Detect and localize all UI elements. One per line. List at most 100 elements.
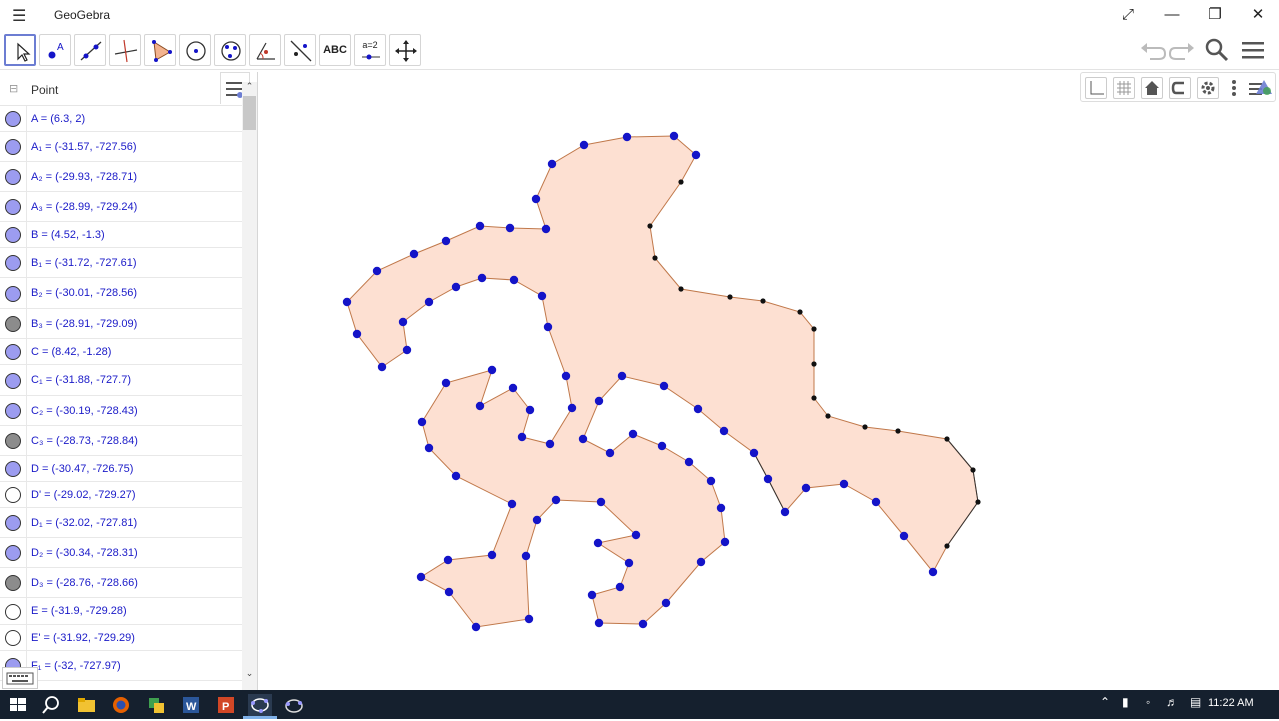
home-icon[interactable] bbox=[1141, 77, 1163, 99]
algebra-expression[interactable]: B = (4.52, -1.3) bbox=[31, 229, 105, 241]
scroll-up-icon[interactable]: ⌃ bbox=[243, 81, 256, 93]
algebra-row[interactable]: E = (-31.9, -729.28) bbox=[0, 598, 242, 625]
image-point[interactable] bbox=[970, 467, 976, 473]
visibility-toggle[interactable] bbox=[5, 487, 21, 503]
algebra-expression[interactable]: F₁ = (-32, -727.97) bbox=[31, 660, 121, 672]
geogebra-taskbar-icon[interactable] bbox=[248, 694, 272, 716]
vertex-point[interactable] bbox=[622, 132, 632, 142]
polygon-shape[interactable] bbox=[346, 135, 979, 628]
vertex-point[interactable] bbox=[617, 371, 627, 381]
vertex-point[interactable] bbox=[749, 448, 759, 458]
vertex-point[interactable] bbox=[487, 550, 497, 560]
vertex-point[interactable] bbox=[416, 572, 426, 582]
vertex-point[interactable] bbox=[424, 297, 434, 307]
visibility-toggle[interactable] bbox=[5, 545, 21, 561]
algebra-row[interactable]: D₁ = (-32.02, -727.81) bbox=[0, 508, 242, 538]
visibility-toggle[interactable] bbox=[5, 630, 21, 646]
reflect-tool-button[interactable] bbox=[284, 34, 316, 66]
menu-icon[interactable]: ☰ bbox=[12, 6, 26, 26]
algebra-expression[interactable]: B₂ = (-30.01, -728.56) bbox=[31, 287, 137, 299]
visibility-toggle[interactable] bbox=[5, 316, 21, 332]
graphics-canvas[interactable] bbox=[259, 72, 1279, 690]
visibility-toggle[interactable] bbox=[5, 199, 21, 215]
vertex-point[interactable] bbox=[691, 150, 701, 160]
vertex-point[interactable] bbox=[693, 404, 703, 414]
algebra-expression[interactable]: D₂ = (-30.34, -728.31) bbox=[31, 547, 138, 559]
algebra-expression[interactable]: A = (6.3, 2) bbox=[31, 113, 85, 125]
vertex-point[interactable] bbox=[443, 555, 453, 565]
algebra-expression[interactable]: C₃ = (-28.73, -728.84) bbox=[31, 435, 138, 447]
vertex-point[interactable] bbox=[661, 598, 671, 608]
move-tool-button[interactable] bbox=[4, 34, 36, 66]
scroll-down-icon[interactable]: ⌄ bbox=[243, 668, 256, 680]
vertex-point[interactable] bbox=[587, 590, 597, 600]
vertex-point[interactable] bbox=[657, 441, 667, 451]
algebra-expression[interactable]: D₃ = (-28.76, -728.66) bbox=[31, 577, 138, 589]
powerpoint-icon[interactable]: P bbox=[215, 694, 237, 716]
vertex-point[interactable] bbox=[720, 537, 730, 547]
algebra-expression[interactable]: B₁ = (-31.72, -727.61) bbox=[31, 257, 137, 269]
image-point[interactable] bbox=[811, 361, 817, 367]
collapse-icon[interactable]: ⊟ bbox=[9, 82, 18, 95]
search-icon[interactable] bbox=[1202, 36, 1232, 64]
image-point[interactable] bbox=[678, 179, 684, 185]
algebra-expression[interactable]: D' = (-29.02, -729.27) bbox=[31, 489, 136, 501]
vertex-point[interactable] bbox=[624, 558, 634, 568]
vertex-point[interactable] bbox=[899, 531, 909, 541]
algebra-row[interactable]: C₂ = (-30.19, -728.43) bbox=[0, 396, 242, 426]
clock[interactable]: 11:22 AM bbox=[1208, 697, 1254, 709]
vertex-point[interactable] bbox=[579, 140, 589, 150]
vertex-point[interactable] bbox=[615, 582, 625, 592]
visibility-toggle[interactable] bbox=[5, 344, 21, 360]
vertex-point[interactable] bbox=[594, 618, 604, 628]
vertex-point[interactable] bbox=[638, 619, 648, 629]
vertex-point[interactable] bbox=[402, 345, 412, 355]
redo-icon[interactable] bbox=[1167, 36, 1197, 64]
vertex-point[interactable] bbox=[521, 551, 531, 561]
app-icon[interactable] bbox=[145, 694, 167, 716]
vertex-point[interactable] bbox=[424, 443, 434, 453]
algebra-row[interactable]: D₂ = (-30.34, -728.31) bbox=[0, 538, 242, 568]
style-bar-toggle-icon[interactable] bbox=[1247, 76, 1273, 100]
image-point[interactable] bbox=[811, 395, 817, 401]
hamburger-icon[interactable] bbox=[1239, 36, 1269, 64]
algebra-expression[interactable]: A₂ = (-29.93, -728.71) bbox=[31, 171, 137, 183]
vertex-point[interactable] bbox=[352, 329, 362, 339]
vertex-point[interactable] bbox=[567, 403, 577, 413]
vertex-point[interactable] bbox=[451, 471, 461, 481]
grid-toggle-icon[interactable] bbox=[1113, 77, 1135, 99]
graphics-view[interactable] bbox=[259, 72, 1279, 690]
algebra-row[interactable]: C₃ = (-28.73, -728.84) bbox=[0, 426, 242, 456]
geogebra-alt-icon[interactable] bbox=[283, 694, 305, 716]
image-point[interactable] bbox=[797, 309, 803, 315]
polygon-tool-button[interactable] bbox=[144, 34, 176, 66]
vertex-point[interactable] bbox=[551, 495, 561, 505]
algebra-expression[interactable]: A₃ = (-28.99, -729.24) bbox=[31, 201, 137, 213]
search-taskbar-icon[interactable] bbox=[40, 694, 62, 716]
vertex-point[interactable] bbox=[441, 378, 451, 388]
vertex-point[interactable] bbox=[475, 401, 485, 411]
image-point[interactable] bbox=[825, 413, 831, 419]
vertex-point[interactable] bbox=[372, 266, 382, 276]
algebra-row[interactable]: B₁ = (-31.72, -727.61) bbox=[0, 248, 242, 278]
vertex-point[interactable] bbox=[545, 439, 555, 449]
vertex-point[interactable] bbox=[377, 362, 387, 372]
move-graphics-tool-button[interactable] bbox=[389, 34, 421, 66]
vertex-point[interactable] bbox=[509, 275, 519, 285]
image-point[interactable] bbox=[975, 499, 981, 505]
vertex-point[interactable] bbox=[505, 223, 515, 233]
algebra-row[interactable]: A₁ = (-31.57, -727.56) bbox=[0, 132, 242, 162]
algebra-row[interactable]: E' = (-31.92, -729.29) bbox=[0, 625, 242, 651]
vertex-point[interactable] bbox=[839, 479, 849, 489]
vertex-point[interactable] bbox=[593, 538, 603, 548]
algebra-expression[interactable]: C = (8.42, -1.28) bbox=[31, 346, 111, 358]
algebra-row[interactable]: D = (-30.47, -726.75) bbox=[0, 456, 242, 482]
axes-toggle-icon[interactable] bbox=[1085, 77, 1107, 99]
vertex-point[interactable] bbox=[605, 448, 615, 458]
visibility-toggle[interactable] bbox=[5, 515, 21, 531]
vertex-point[interactable] bbox=[659, 381, 669, 391]
vertex-point[interactable] bbox=[451, 282, 461, 292]
algebra-expression[interactable]: D₁ = (-32.02, -727.81) bbox=[31, 517, 137, 529]
algebra-expression[interactable]: E = (-31.9, -729.28) bbox=[31, 605, 127, 617]
vertex-point[interactable] bbox=[716, 503, 726, 513]
